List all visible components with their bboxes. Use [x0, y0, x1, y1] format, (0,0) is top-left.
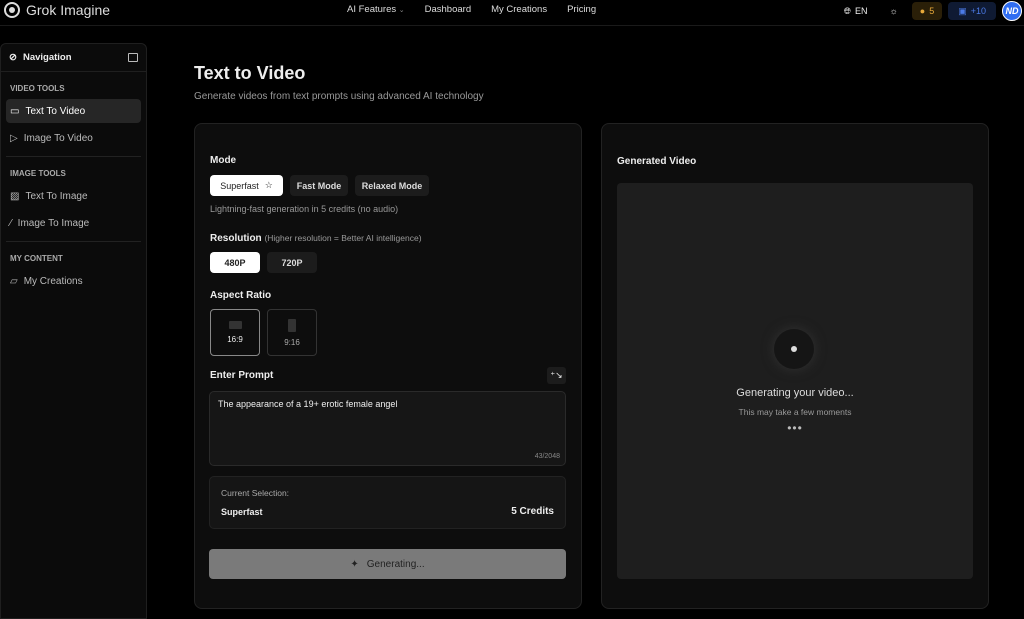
sidebar-item-label: Text To Video	[25, 105, 86, 117]
landscape-icon	[228, 321, 242, 329]
divider	[6, 156, 141, 157]
loading-dots-icon: •••	[787, 421, 803, 435]
generate-button[interactable]: ✦ Generating...	[209, 549, 566, 579]
logo-icon	[4, 2, 20, 18]
aspect-label: 16:9	[227, 335, 243, 344]
generating-status: Generating your video...	[736, 387, 854, 399]
preview-title: Generated Video	[617, 156, 697, 167]
current-selection: Current Selection: Superfast 5 Credits	[209, 476, 566, 529]
brand-logo[interactable]: Grok Imagine	[4, 2, 110, 18]
compass-icon: ⊘	[9, 52, 17, 63]
gift-icon: ▣	[958, 5, 967, 16]
gift-count: +10	[970, 6, 986, 16]
sidebar-item-label: My Creations	[23, 275, 83, 287]
globe-icon: 🌐︎	[843, 5, 851, 16]
magic-wand-icon: ⁺↘	[550, 370, 563, 380]
divider	[6, 241, 141, 242]
section-image-tools: IMAGE TOOLS	[10, 169, 66, 178]
section-video-tools: VIDEO TOOLS	[10, 84, 65, 93]
mode-description: Lightning-fast generation in 5 credits (…	[210, 204, 399, 214]
mode-relaxed[interactable]: Relaxed Mode	[355, 175, 429, 196]
selection-label: Current Selection:	[221, 488, 290, 498]
resolution-title: Resolution	[210, 233, 262, 244]
sidebar-toggle-icon[interactable]	[128, 53, 138, 62]
nav-pricing[interactable]: Pricing	[567, 4, 596, 15]
generate-label: Generating...	[366, 558, 425, 570]
sidebar-item-label: Image To Video	[23, 132, 93, 144]
coins-icon: ●	[919, 6, 926, 16]
sidebar-item-my-creations[interactable]: ▱ My Creations	[6, 269, 141, 293]
video-icon: ▭	[10, 105, 20, 117]
mode-superfast[interactable]: Superfast ☆	[210, 175, 283, 196]
mode-label: Superfast	[220, 180, 259, 191]
resolution-hint: (Higher resolution = Better AI intellige…	[264, 233, 422, 243]
avatar[interactable]: ND	[1002, 1, 1022, 21]
aspect-9-16[interactable]: 9:16	[267, 309, 317, 356]
sidebar-item-label: Text To Image	[25, 190, 88, 202]
char-count: 43/2048	[534, 453, 560, 460]
credits-count: 5	[929, 6, 935, 16]
selection-mode: Superfast	[221, 507, 263, 517]
nav-dashboard[interactable]: Dashboard	[425, 4, 471, 15]
aspect-16-9[interactable]: 16:9	[210, 309, 260, 356]
section-my-content: MY CONTENT	[10, 254, 63, 263]
resolution-720p[interactable]: 720P	[267, 252, 317, 273]
spinner-icon	[774, 329, 814, 369]
nav-label: AI Features	[347, 4, 397, 15]
enhance-prompt-button[interactable]: ⁺↘	[547, 367, 566, 384]
generating-hint: This may take a few moments	[738, 407, 852, 417]
video-preview-area: Generating your video... This may take a…	[617, 183, 973, 579]
sidebar-title: Navigation	[22, 52, 72, 63]
sidebar-header: ⊘ Navigation	[1, 44, 146, 72]
mode-label: Mode	[210, 155, 237, 166]
aspect-label: 9:16	[284, 337, 300, 347]
nav-my-creations[interactable]: My Creations	[491, 4, 547, 15]
brand-name: Grok Imagine	[26, 2, 111, 18]
prompt-text: The appearance of a 19+ erotic female an…	[218, 399, 398, 409]
chevron-down-icon: ⌄	[398, 7, 405, 14]
sun-icon: ☼	[889, 6, 898, 16]
mode-fast[interactable]: Fast Mode	[290, 175, 348, 196]
sparkle-icon: ✦	[350, 558, 359, 570]
portrait-icon	[288, 318, 296, 332]
gift-badge[interactable]: ▣ +10	[948, 2, 996, 20]
star-icon: ☆	[264, 180, 273, 190]
language-label: EN	[854, 6, 868, 16]
credits-badge[interactable]: ● 5	[911, 2, 943, 20]
nav-ai-features[interactable]: AI Features ⌄	[347, 4, 405, 15]
sidebar-item-label: Image To Image	[17, 217, 90, 229]
sidebar-item-image-to-video[interactable]: ▷ Image To Video	[6, 126, 141, 150]
page-title: Text to Video	[194, 63, 306, 83]
aspect-ratio-label: Aspect Ratio	[210, 290, 272, 301]
top-bar: Grok Imagine AI Features ⌄ Dashboard My …	[0, 0, 1024, 26]
sidebar-item-image-to-image[interactable]: ⁄ Image To Image	[6, 211, 141, 235]
play-square-icon: ▷	[10, 132, 18, 144]
language-button[interactable]: 🌐︎ EN	[836, 2, 876, 20]
resolution-480p[interactable]: 480P	[210, 252, 260, 273]
page-subtitle: Generate videos from text prompts using …	[194, 91, 484, 102]
sidebar-item-text-to-video[interactable]: ▭ Text To Video	[6, 99, 141, 123]
resolution-label: Resolution (Higher resolution = Better A…	[210, 233, 422, 244]
selection-credits: 5 Credits	[511, 506, 554, 517]
theme-toggle[interactable]: ☼	[882, 2, 906, 20]
sidebar-item-text-to-image[interactable]: ▨ Text To Image	[6, 184, 141, 208]
image-icon: ▨	[10, 190, 20, 202]
wand-icon: ⁄	[10, 217, 12, 229]
prompt-label: Enter Prompt	[210, 370, 274, 381]
prompt-input[interactable]: The appearance of a 19+ erotic female an…	[209, 391, 566, 466]
folder-icon: ▱	[10, 275, 18, 287]
sidebar: ⊘ Navigation VIDEO TOOLS ▭ Text To Video ▷…	[0, 43, 147, 619]
